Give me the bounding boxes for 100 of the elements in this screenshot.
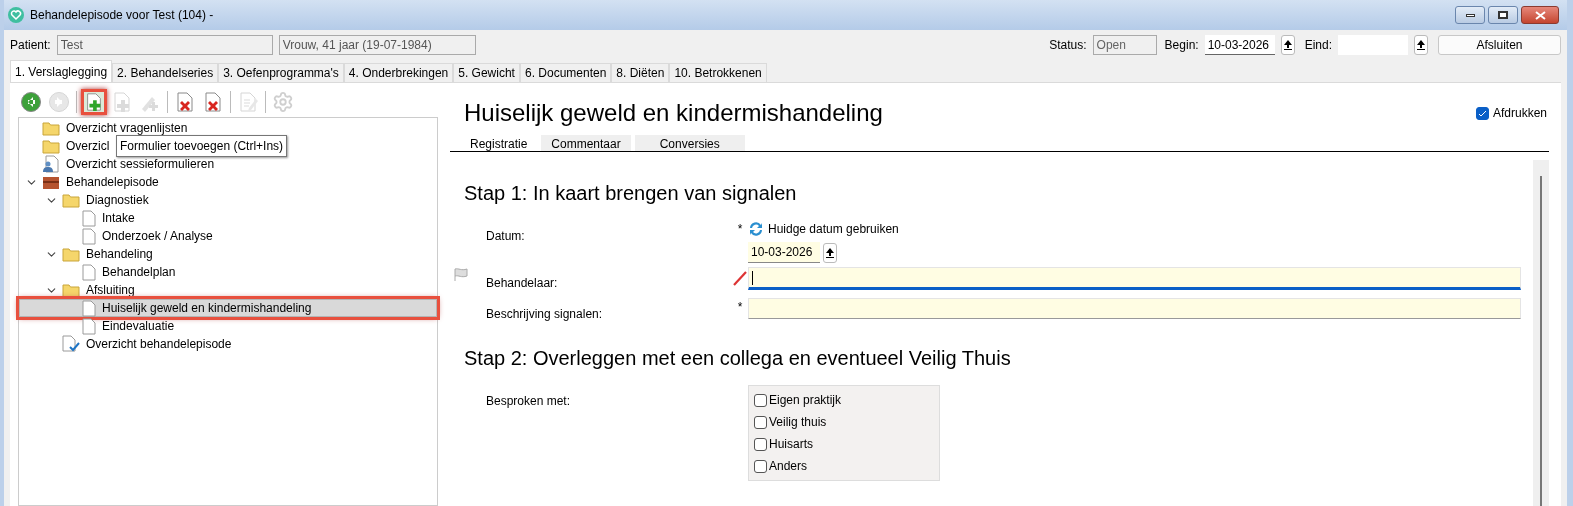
begin-label: Begin: [1164, 37, 1199, 54]
tab[interactable]: 2. Behandelseries [112, 63, 219, 82]
section-heading: Stap 2: Overleggen met een collega en eventueel Veilig Thuis [463, 346, 1012, 371]
up-arrow-icon [1417, 40, 1425, 50]
up-arrow-icon [826, 247, 834, 258]
tab[interactable]: 8. Diëten [611, 63, 670, 82]
tree-item-label: Behandeling [86, 246, 153, 263]
text-cursor [752, 270, 753, 285]
tree-item[interactable]: Intake [19, 209, 136, 227]
close-button[interactable] [1521, 6, 1559, 24]
tab[interactable]: 6. Documenten [519, 63, 612, 82]
tree-item-label: Overzicht behandelepisode [86, 336, 232, 353]
tree-item[interactable]: Onderzoek / Analyse [19, 227, 214, 245]
today-date-link[interactable]: Huidge datum gebruiken [748, 220, 1521, 238]
delete-document-icon [202, 91, 224, 113]
folder-icon [62, 246, 80, 262]
document-icon [82, 299, 96, 317]
checkbox-label: Afdrukken [1492, 105, 1547, 122]
refresh-icon [748, 221, 764, 237]
document-check-icon [62, 335, 80, 353]
document-icon [82, 317, 96, 335]
date-field[interactable]: 10-03-2026 [748, 242, 820, 263]
close-icon [1534, 10, 1546, 20]
folder-icon [42, 138, 60, 154]
delete-document-icon [174, 91, 196, 113]
checkbox[interactable] [754, 415, 767, 429]
tree-item[interactable]: Behandelplan [19, 263, 177, 281]
tree-item[interactable]: Overzicl [19, 137, 111, 155]
text-field[interactable] [748, 267, 1521, 290]
tree-item[interactable]: Diagnostiek [19, 191, 150, 209]
date-picker-button[interactable] [823, 242, 837, 263]
text-field[interactable] [748, 298, 1521, 319]
tree-item-label: Afsluiting [86, 282, 135, 299]
required-mark: * [737, 299, 743, 316]
toolbar-button[interactable] [81, 89, 107, 115]
tree-item-label: Diagnostiek [86, 192, 149, 209]
form-tab[interactable]: Conversies [634, 135, 745, 151]
tree-item-label: Overzicht vragenlijsten [66, 120, 188, 137]
tree-item-label: Behandelepisode [66, 174, 159, 191]
patient-label: Patient: [10, 37, 51, 54]
window-title: Behandelepisode voor Test (104) - [30, 7, 214, 24]
tree-item[interactable]: Overzicht behandelepisode [19, 335, 233, 353]
tab[interactable]: 10. Betrokkenen [669, 63, 767, 82]
tree-item-label: Behandelplan [102, 264, 176, 281]
checkbox[interactable] [754, 459, 767, 473]
checkbox[interactable] [754, 393, 767, 407]
add-document-icon [111, 91, 133, 113]
field-label: Besproken met: [486, 394, 571, 408]
tab[interactable]: 3. Oefenprogramma's [218, 63, 344, 82]
field-label: Beschrijving signalen: [486, 307, 603, 321]
heart-logo-icon [8, 7, 24, 23]
tree-item-label: Onderzoek / Analyse [102, 228, 213, 245]
checkbox[interactable] [1475, 106, 1489, 120]
end-date-button[interactable] [1414, 35, 1428, 55]
minimize-button[interactable] [1455, 6, 1485, 24]
begin-date-field[interactable]: 10-03-2026 [1204, 35, 1275, 55]
tree-item-label: Intake [102, 210, 135, 227]
tree-item-label: Overzicht sessieformulieren [66, 156, 215, 173]
close-episode-button[interactable]: Afsluiten [1438, 35, 1561, 55]
form-tab[interactable]: Commentaar [541, 135, 631, 151]
add-document-icon [84, 91, 104, 113]
tab[interactable]: 1. Verslaglegging [10, 60, 113, 82]
document-icon [82, 263, 96, 281]
tree-item[interactable]: Afsluiting [19, 281, 136, 299]
tree-item-label: Huiselijk geweld en kindermishandeling [102, 300, 312, 317]
tree-item[interactable]: Overzicht sessieformulieren [19, 155, 216, 173]
required-mark: * [737, 221, 743, 238]
begin-date-button[interactable] [1280, 35, 1295, 55]
settings-icon [272, 91, 294, 113]
document-icon [82, 209, 96, 227]
up-arrow-icon [1283, 40, 1292, 50]
check-icon [1477, 108, 1487, 118]
toolbar-button[interactable] [18, 89, 44, 115]
tree-item[interactable]: Behandeling [19, 245, 154, 263]
tree-item[interactable]: Behandelepisode [19, 173, 160, 191]
edit-document-icon [237, 91, 259, 113]
status-label: Status: [1049, 37, 1087, 54]
tree-item-label: Overzicl [66, 138, 110, 155]
status-field: Open [1092, 35, 1157, 55]
checkbox-label: Eigen praktijk [769, 392, 842, 409]
checkbox[interactable] [754, 437, 767, 451]
maximize-button[interactable] [1488, 6, 1518, 24]
section-heading: Stap 1: In kaart brengen van signalen [463, 181, 798, 206]
form-title: Huiselijk geweld en kindermishandeling [464, 98, 883, 128]
chest-icon [42, 174, 60, 190]
checkbox-label: Huisarts [769, 436, 813, 453]
tooltip: Formulier toevoegen (Ctrl+Ins) [116, 135, 288, 157]
patient-name-field: Test [56, 35, 273, 55]
tree-item[interactable]: Huiselijk geweld en kindermishandeling [19, 299, 437, 317]
checkbox-label: Anders [769, 458, 808, 475]
patient-info-field: Vrouw, 41 jaar (19-07-1984) [278, 35, 476, 55]
tab[interactable]: 5. Gewicht [453, 63, 520, 82]
folder-icon [62, 192, 80, 208]
field-label: Behandelaar: [486, 276, 558, 290]
people-document-icon [42, 155, 60, 173]
field-label: Datum: [486, 229, 525, 243]
folder-icon [42, 120, 60, 136]
tab[interactable]: 4. Onderbrekingen [343, 63, 454, 82]
tree-item[interactable]: Eindevaluatie [19, 317, 176, 335]
tree-item[interactable]: Overzicht vragenlijsten [19, 119, 189, 137]
